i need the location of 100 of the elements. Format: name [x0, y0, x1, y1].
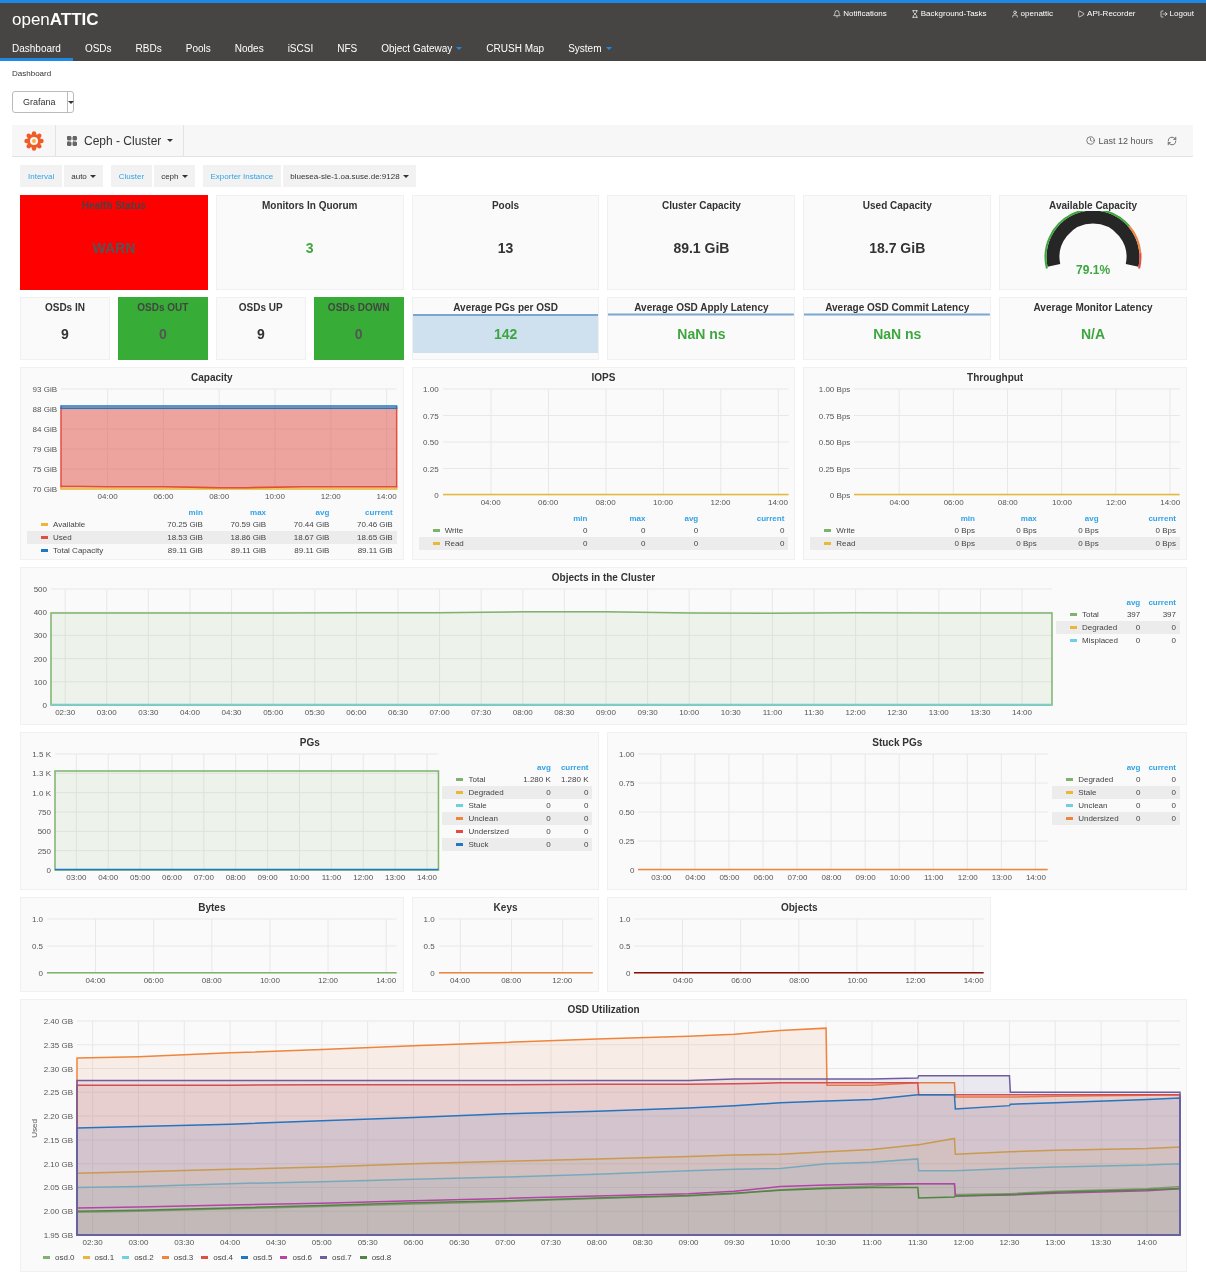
- top-link[interactable]: API-Recorder: [1077, 9, 1136, 18]
- nav-tab[interactable]: OSDs: [72, 36, 124, 61]
- legend-value: 18.86 GiB: [206, 531, 271, 544]
- caret-icon: [402, 174, 409, 178]
- bell-icon: [833, 9, 842, 18]
- time-range-picker[interactable]: Last 12 hours: [1086, 135, 1153, 146]
- legend-value: 70.46 GiB: [333, 518, 397, 531]
- caret-icon: [456, 47, 463, 50]
- axis-tick-label: 2.20 GB: [43, 1111, 73, 1121]
- nav-tab[interactable]: iSCSI: [275, 36, 326, 61]
- axis-tick-label: 0: [430, 968, 435, 978]
- nav-tab[interactable]: Dashboard: [0, 36, 73, 61]
- legend-series-name[interactable]: Total Capacity: [27, 544, 144, 557]
- nav-tab[interactable]: RBDs: [123, 36, 174, 61]
- stat-value: 3: [305, 240, 314, 256]
- legend-item[interactable]: osd.6: [280, 1253, 313, 1262]
- axis-tick-label: 1.0 K: [32, 788, 51, 798]
- legend-value: 0 Bps: [978, 524, 1041, 537]
- axis-tick-label: 10:00: [259, 976, 280, 985]
- axis-tick-label: 10:00: [1051, 498, 1072, 507]
- axis-tick-label: 08:30: [554, 708, 575, 717]
- legend-series-name[interactable]: Used: [27, 531, 144, 544]
- axis-tick-label: 12:00: [320, 492, 341, 501]
- legend-series-name[interactable]: Stale: [1052, 786, 1123, 799]
- variable-dropdown[interactable]: ceph: [154, 165, 195, 187]
- legend-series-name[interactable]: Unclean: [442, 812, 518, 825]
- view-select[interactable]: Grafana: [12, 91, 74, 113]
- axis-tick-label: 10:00: [679, 708, 700, 717]
- stat-value: N/A: [1081, 326, 1106, 342]
- legend-series-name[interactable]: Total: [442, 773, 518, 786]
- legend-series-name[interactable]: Undersized: [442, 825, 518, 838]
- legend-item[interactable]: osd.1: [82, 1253, 115, 1262]
- axis-tick-label: 12:00: [710, 498, 731, 507]
- refresh-button[interactable]: [1167, 135, 1177, 146]
- brand-logo[interactable]: openATTIC: [12, 9, 99, 30]
- legend-series-name[interactable]: Available: [27, 518, 144, 531]
- legend-series-name[interactable]: Unclean: [1052, 799, 1123, 812]
- legend-series-name[interactable]: Degraded: [1056, 621, 1123, 634]
- legend-item[interactable]: osd.3: [161, 1253, 194, 1262]
- legend-series-name[interactable]: Read: [418, 537, 538, 550]
- nav-tab[interactable]: Pools: [173, 36, 223, 61]
- legend-series-name[interactable]: Write: [810, 524, 918, 537]
- legend-series-name[interactable]: Write: [418, 524, 538, 537]
- axis-tick-label: 12:30: [999, 1238, 1020, 1247]
- axis-tick-label: 05:00: [263, 708, 284, 717]
- axis-tick-label: 2.00 GB: [43, 1206, 73, 1216]
- variable-dropdown[interactable]: auto: [64, 165, 103, 187]
- axis-tick-label: 09:30: [724, 1238, 745, 1247]
- legend-item[interactable]: osd.7: [320, 1253, 352, 1262]
- top-link[interactable]: Notifications: [833, 9, 887, 18]
- nav-tab[interactable]: NFS: [325, 36, 370, 61]
- nav-tab[interactable]: Object Gateway: [369, 36, 475, 61]
- legend-series-name[interactable]: Read: [810, 537, 918, 550]
- axis-tick-label: 0: [38, 968, 43, 978]
- axis-tick-label: 12:00: [845, 708, 866, 717]
- legend-item[interactable]: osd.0: [43, 1253, 75, 1262]
- logo-icon[interactable]: [23, 130, 44, 151]
- legend-series-name[interactable]: Misplaced: [1056, 634, 1123, 647]
- hourglass-icon: [910, 9, 919, 18]
- axis-tick-label: 08:00: [821, 873, 842, 882]
- axis-tick-label: 2.05 GB: [43, 1182, 73, 1192]
- axis-tick-label: 06:00: [731, 976, 752, 985]
- axis-tick-label: 04:00: [97, 492, 118, 501]
- axis-tick-label: 13:30: [1091, 1238, 1112, 1247]
- legend-item[interactable]: osd.5: [240, 1253, 273, 1262]
- axis-tick-label: 1.00 Bps: [818, 384, 851, 394]
- axis-tick-label: 06:00: [403, 1238, 424, 1247]
- axis-tick-label: 06:30: [449, 1238, 470, 1247]
- breadcrumb[interactable]: Dashboard: [12, 69, 52, 78]
- legend-series-name[interactable]: Stale: [442, 799, 518, 812]
- legend-series-name[interactable]: Degraded: [1052, 773, 1123, 786]
- top-link[interactable]: Background-Tasks: [910, 9, 987, 18]
- panel-title: Objects: [780, 902, 818, 913]
- legend-item[interactable]: osd.2: [122, 1253, 154, 1262]
- dashboard-picker[interactable]: Ceph - Cluster: [56, 125, 185, 156]
- nav-tab[interactable]: System: [556, 36, 624, 61]
- legend-series-name[interactable]: Undersized: [1052, 812, 1123, 825]
- axis-tick-label: 08:00: [209, 492, 230, 501]
- axis-tick-label: 09:30: [637, 708, 658, 717]
- nav-tab[interactable]: CRUSH Map: [474, 36, 557, 61]
- legend-series-name[interactable]: Stuck: [442, 838, 518, 851]
- top-link[interactable]: openattic: [1010, 9, 1054, 18]
- legend-series-name[interactable]: Degraded: [442, 786, 518, 799]
- axis-tick-label: 08:00: [501, 976, 522, 985]
- axis-tick-label: 70 GiB: [32, 484, 57, 494]
- panel-title: Average OSD Commit Latency: [825, 302, 970, 313]
- legend-item[interactable]: osd.8: [359, 1253, 392, 1262]
- nav-tab[interactable]: Nodes: [222, 36, 276, 61]
- legend-value: 0: [537, 537, 592, 550]
- legend-series-name[interactable]: Total: [1056, 608, 1123, 621]
- top-link[interactable]: Logout: [1159, 9, 1194, 18]
- panel-title: Used Capacity: [862, 200, 932, 211]
- legend-value: 0: [554, 799, 593, 812]
- stat-value: NaN ns: [677, 326, 726, 342]
- legend-item[interactable]: osd.4: [201, 1253, 233, 1262]
- axis-tick-label: 2.10 GB: [43, 1159, 73, 1169]
- caret-icon: [67, 100, 74, 104]
- variable-dropdown[interactable]: bluesea-sle-1.oa.suse.de:9128: [283, 165, 416, 187]
- axis-tick-label: 07:30: [541, 1238, 562, 1247]
- axis-tick-label: 06:30: [387, 708, 408, 717]
